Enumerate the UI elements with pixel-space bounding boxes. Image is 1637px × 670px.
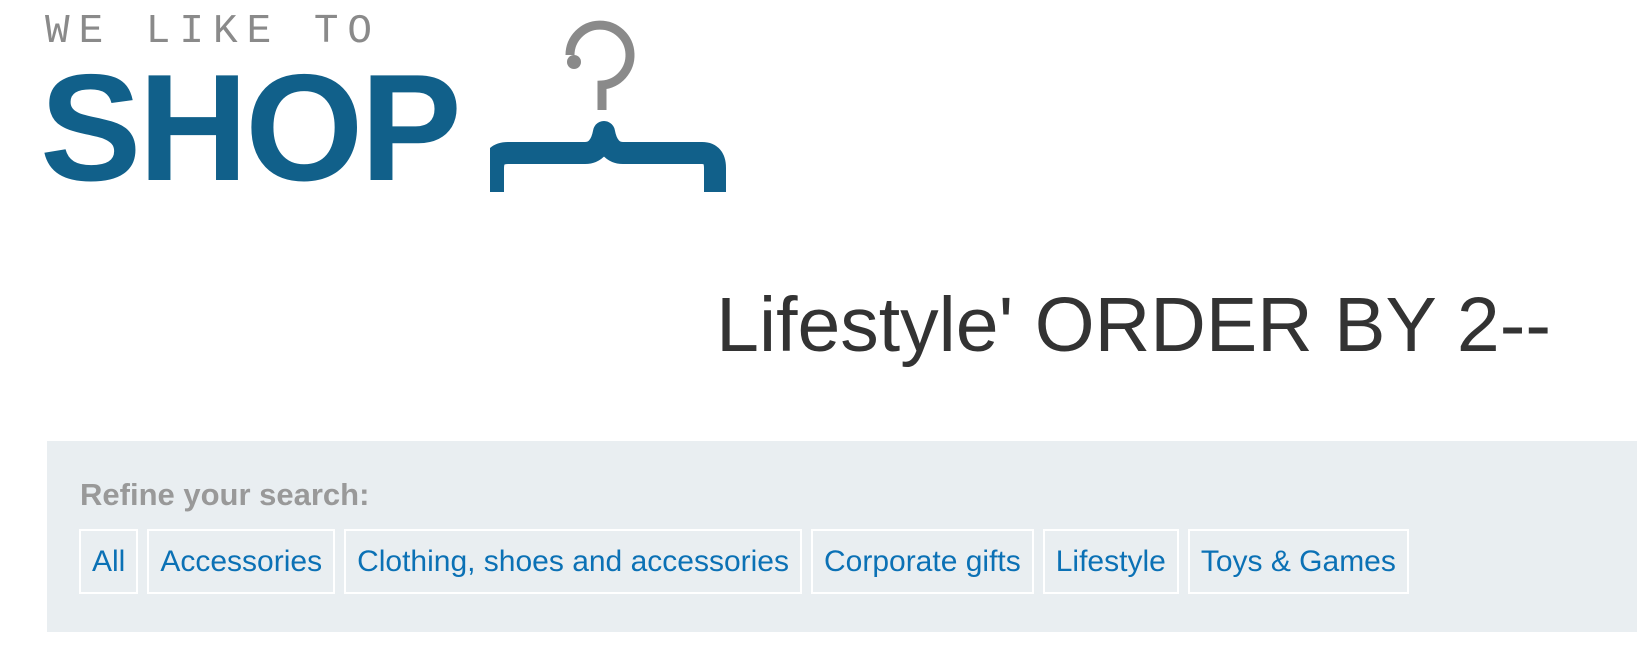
- category-filter-corporate-gifts[interactable]: Corporate gifts: [810, 529, 1034, 594]
- category-filter-clothing-shoes-accessories[interactable]: Clothing, shoes and accessories: [344, 529, 802, 594]
- category-filter-lifestyle[interactable]: Lifestyle: [1042, 529, 1179, 594]
- category-filter-all[interactable]: All: [79, 529, 139, 594]
- logo-wordmark: SHOP: [40, 43, 462, 213]
- site-logo[interactable]: WE LIKE TO SHOP: [40, 0, 765, 204]
- page-title: Lifestyle' ORDER BY 2--: [716, 282, 1551, 368]
- clothes-hanger-icon: [490, 20, 726, 192]
- category-filter-toys-games[interactable]: Toys & Games: [1187, 529, 1409, 594]
- category-filter-list: All Accessories Clothing, shoes and acce…: [79, 529, 1409, 594]
- refine-search-heading: Refine your search:: [80, 477, 370, 512]
- refine-search-panel: Refine your search: All Accessories Clot…: [47, 441, 1637, 632]
- category-filter-accessories[interactable]: Accessories: [147, 529, 336, 594]
